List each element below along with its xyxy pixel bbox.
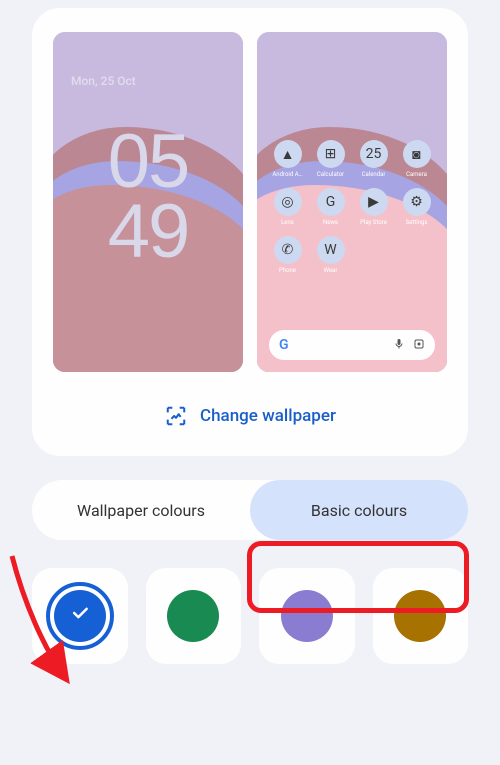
app-glyph-icon: ⚙	[403, 188, 431, 216]
colour-dot	[394, 590, 446, 642]
wallpaper-preview-card: Mon, 25 Oct 05 49 ▲ Android A… ⊞ Calculator…	[32, 8, 468, 456]
change-wallpaper-label: Change wallpaper	[200, 406, 336, 426]
app-glyph-icon: ⊞	[317, 140, 345, 168]
tab-label: Basic colours	[311, 501, 407, 520]
lockscreen-preview[interactable]: Mon, 25 Oct 05 49	[53, 32, 243, 372]
app-label: Settings	[406, 219, 428, 226]
app-icon: ⊞ Calculator	[312, 140, 349, 178]
check-icon	[70, 603, 90, 629]
app-icon: 25 Calendar	[355, 140, 392, 178]
app-icon: ◎ Lens	[269, 188, 306, 226]
homescreen-preview[interactable]: ▲ Android A… ⊞ Calculator 25 Calendar ◙ Camera ◎…	[257, 32, 447, 372]
app-glyph-icon: ◙	[403, 140, 431, 168]
colour-dot	[54, 590, 106, 642]
app-glyph-icon: ◎	[274, 188, 302, 216]
tab-basic-colours[interactable]: Basic colours	[250, 480, 468, 540]
previews-row: Mon, 25 Oct 05 49 ▲ Android A… ⊞ Calculator…	[50, 32, 450, 372]
app-icon-grid: ▲ Android A… ⊞ Calculator 25 Calendar ◙ Camera ◎…	[269, 140, 435, 274]
app-label: Android A…	[272, 171, 302, 178]
app-label: Calculator	[317, 171, 344, 178]
app-icon: ◙ Camera	[398, 140, 435, 178]
app-icon: G News	[312, 188, 349, 226]
app-icon: W Wear	[312, 236, 349, 274]
lockscreen-clock: 05 49	[108, 127, 189, 267]
tab-wallpaper-colours[interactable]: Wallpaper colours	[32, 480, 250, 540]
app-icon: ▲ Android A…	[269, 140, 306, 178]
colour-dot	[167, 590, 219, 642]
app-glyph-icon: ✆	[274, 236, 302, 264]
app-label: Lens	[281, 219, 294, 226]
app-label: Wear	[324, 267, 338, 274]
clock-minutes: 49	[108, 197, 189, 267]
app-label: Phone	[279, 267, 296, 274]
swatch-green[interactable]	[146, 568, 242, 664]
app-label: Play Store	[360, 219, 387, 226]
wallpaper-icon	[164, 404, 188, 428]
colour-swatch-row	[32, 568, 468, 664]
swatch-blue[interactable]	[32, 568, 128, 664]
app-label: Calendar	[362, 171, 386, 178]
app-label: News	[323, 219, 338, 226]
google-g-icon: G	[279, 337, 289, 353]
swatch-purple[interactable]	[259, 568, 355, 664]
search-bar: G	[269, 330, 435, 360]
app-glyph-icon: W	[317, 236, 345, 264]
app-icon: ✆ Phone	[269, 236, 306, 274]
app-icon: ▶ Play Store	[355, 188, 392, 226]
change-wallpaper-button[interactable]: Change wallpaper	[50, 404, 450, 428]
colour-source-tabs: Wallpaper colours Basic colours	[32, 480, 468, 540]
app-glyph-icon: ▲	[274, 140, 302, 168]
mic-icon	[393, 338, 405, 353]
app-glyph-icon: ▶	[360, 188, 388, 216]
clock-hours: 05	[108, 127, 189, 197]
swatch-orange[interactable]	[373, 568, 469, 664]
lockscreen-date: Mon, 25 Oct	[71, 74, 136, 88]
app-icon: ⚙ Settings	[398, 188, 435, 226]
lens-icon	[413, 338, 425, 353]
app-glyph-icon: G	[317, 188, 345, 216]
app-label: Camera	[406, 171, 427, 178]
colour-dot	[281, 590, 333, 642]
tab-label: Wallpaper colours	[77, 501, 205, 520]
app-glyph-icon: 25	[360, 140, 388, 168]
